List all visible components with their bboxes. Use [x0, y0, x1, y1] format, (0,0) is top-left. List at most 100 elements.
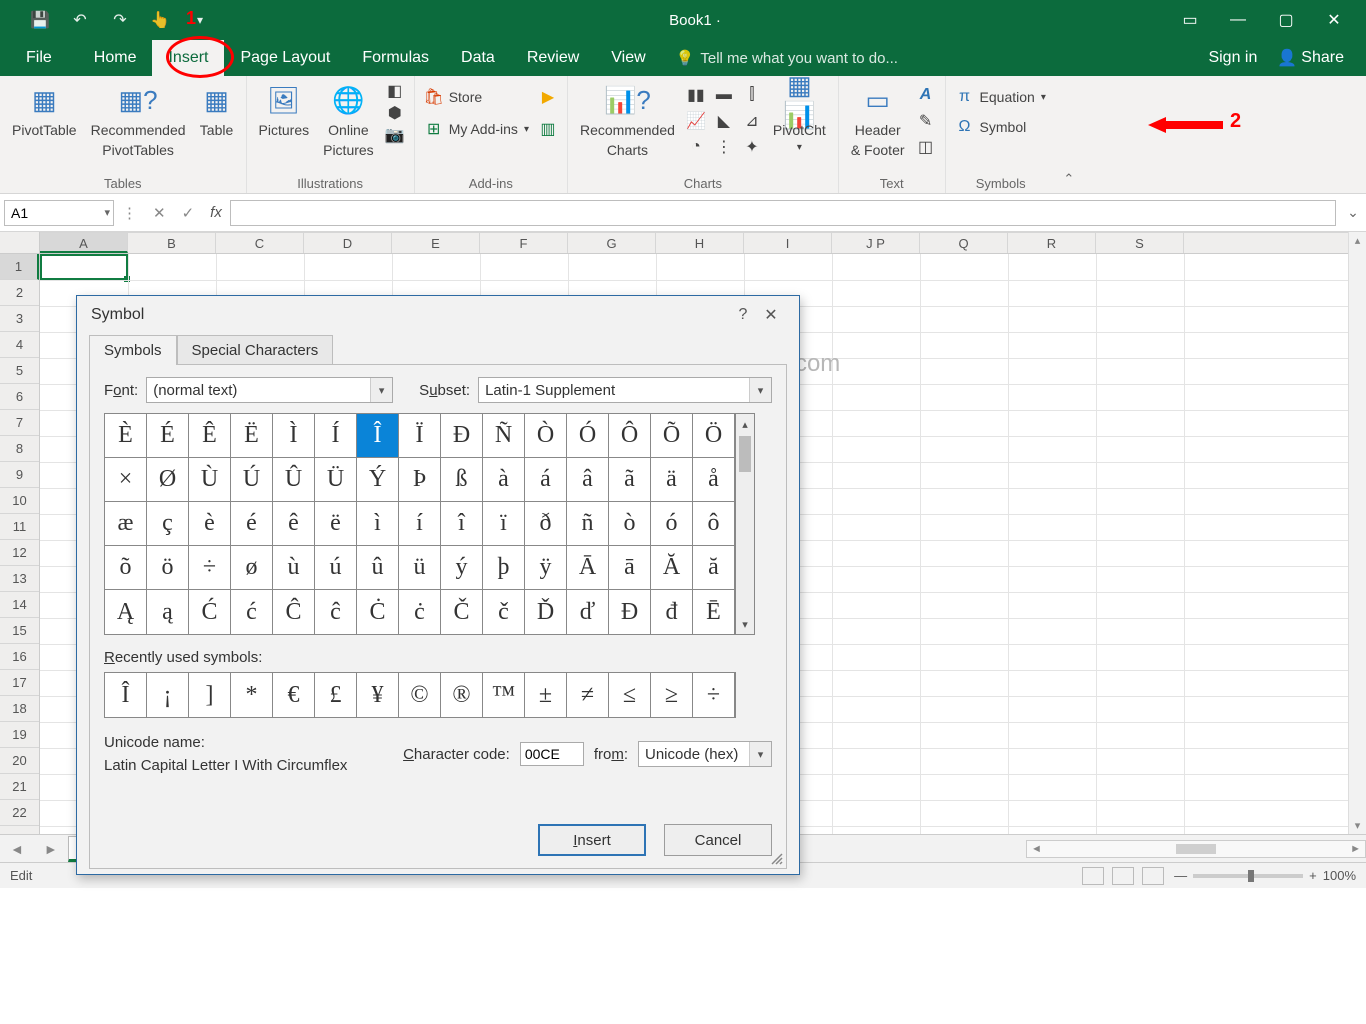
symbol-cell[interactable]: ç [147, 502, 189, 546]
row-header[interactable]: 8 [0, 436, 39, 462]
tab-data[interactable]: Data [445, 40, 511, 76]
stock-chart-button[interactable]: ⫿ [743, 86, 761, 104]
sheet-nav-next[interactable]: ► [34, 841, 68, 857]
tab-view[interactable]: View [595, 40, 661, 76]
row-header[interactable]: 20 [0, 748, 39, 774]
symbol-cell[interactable]: ÷ [189, 546, 231, 590]
symbol-cell[interactable]: ÿ [525, 546, 567, 590]
cancel-formula-icon[interactable]: ✕ [153, 204, 166, 222]
help-button[interactable]: ? [729, 306, 757, 324]
symbol-cell[interactable]: × [105, 458, 147, 502]
people-graph-button[interactable]: ▥ [539, 120, 557, 138]
symbol-cell[interactable]: Ø [147, 458, 189, 502]
tab-home[interactable]: Home [78, 40, 153, 76]
line-chart-button[interactable]: 📈 [687, 112, 705, 130]
column-header[interactable]: D [304, 233, 392, 253]
shapes-button[interactable]: ◧ [386, 82, 404, 100]
row-header[interactable]: 10 [0, 488, 39, 514]
symbol-cell[interactable]: ë [315, 502, 357, 546]
symbol-cell[interactable]: Ô [609, 414, 651, 458]
bing-maps-button[interactable]: ▶ [539, 88, 557, 106]
online-pictures-button[interactable]: 🌐OnlinePictures [321, 82, 376, 160]
symbol-cell[interactable]: Ć [189, 590, 231, 634]
object-button[interactable]: ◫ [917, 138, 935, 156]
select-all-button[interactable] [0, 232, 40, 254]
symbol-cell[interactable]: ą [147, 590, 189, 634]
symbol-cell[interactable]: è [189, 502, 231, 546]
vertical-scrollbar[interactable]: ▴▾ [1348, 232, 1366, 834]
dots-icon[interactable]: ⋮ [122, 204, 137, 222]
tab-review[interactable]: Review [511, 40, 595, 76]
fx-icon[interactable]: fx [210, 204, 222, 221]
symbol-cell[interactable]: û [357, 546, 399, 590]
symbol-cell[interactable]: ĉ [315, 590, 357, 634]
symbol-cell[interactable]: Þ [399, 458, 441, 502]
column-header[interactable]: G [568, 233, 656, 253]
column-header[interactable]: F [480, 233, 568, 253]
column-header[interactable]: B [128, 233, 216, 253]
ribbon-options-icon[interactable]: ▭ [1180, 10, 1200, 30]
symbol-cell[interactable]: È [105, 414, 147, 458]
recent-symbol-cell[interactable]: ] [189, 673, 231, 717]
formula-input[interactable] [230, 200, 1336, 226]
row-header[interactable]: 4 [0, 332, 39, 358]
recent-symbol-cell[interactable]: © [399, 673, 441, 717]
symbol-cell[interactable]: Ĉ [273, 590, 315, 634]
recent-symbol-cell[interactable]: £ [315, 673, 357, 717]
symbol-cell[interactable]: ð [525, 502, 567, 546]
symbol-cell[interactable]: ó [651, 502, 693, 546]
row-header[interactable]: 17 [0, 670, 39, 696]
symbol-cell[interactable]: ć [231, 590, 273, 634]
column-header[interactable]: H [656, 233, 744, 253]
symbol-cell[interactable]: Ú [231, 458, 273, 502]
my-addins-button[interactable]: ⊞My Add-ins▾ [425, 120, 529, 138]
resize-grip-icon[interactable] [770, 852, 784, 866]
symbol-cell[interactable]: ď [567, 590, 609, 634]
recent-symbol-cell[interactable]: ® [441, 673, 483, 717]
row-header[interactable]: 3 [0, 306, 39, 332]
column-header[interactable]: E [392, 233, 480, 253]
symbol-cell[interactable]: ċ [399, 590, 441, 634]
recommended-charts-button[interactable]: 📊?RecommendedCharts [578, 82, 677, 160]
chevron-down-icon[interactable]: ▾ [104, 206, 110, 219]
column-header[interactable]: A [40, 233, 128, 253]
symbol-cell[interactable]: à [483, 458, 525, 502]
recent-symbol-cell[interactable]: ≥ [651, 673, 693, 717]
pivotchart-button[interactable]: ▦📊PivotCht▾ [771, 82, 828, 156]
column-header[interactable]: C [216, 233, 304, 253]
symbol-cell[interactable]: ă [693, 546, 735, 590]
recent-symbol-cell[interactable]: * [231, 673, 273, 717]
radar-chart-button[interactable]: ✦ [743, 138, 761, 156]
symbol-cell[interactable]: Đ [441, 414, 483, 458]
wordart-button[interactable]: A [917, 86, 935, 104]
symbol-cell[interactable]: ô [693, 502, 735, 546]
zoom-out-icon[interactable]: — [1174, 868, 1187, 883]
symbol-cell[interactable]: Ą [105, 590, 147, 634]
symbol-cell[interactable]: Ü [315, 458, 357, 502]
symbol-cell[interactable]: í [399, 502, 441, 546]
undo-icon[interactable]: ↶ [70, 10, 90, 30]
smartart-button[interactable]: ⬢ [386, 104, 404, 122]
symbol-cell[interactable]: ý [441, 546, 483, 590]
tab-formulas[interactable]: Formulas [346, 40, 445, 76]
symbol-cell[interactable]: Ď [525, 590, 567, 634]
column-header[interactable]: Q [920, 233, 1008, 253]
header-footer-button[interactable]: ▭Header& Footer [849, 82, 907, 160]
scatter-chart-button[interactable]: ⋮ [715, 138, 733, 156]
symbol-cell[interactable]: ú [315, 546, 357, 590]
symbol-cell[interactable]: ü [399, 546, 441, 590]
symbol-cell[interactable]: Ö [693, 414, 735, 458]
row-header[interactable]: 11 [0, 514, 39, 540]
recent-symbol-cell[interactable]: Î [105, 673, 147, 717]
symbol-cell[interactable]: ñ [567, 502, 609, 546]
dialog-close-button[interactable]: ✕ [757, 305, 785, 325]
symbol-cell[interactable]: ì [357, 502, 399, 546]
symbol-cell[interactable]: Ì [273, 414, 315, 458]
symbol-cell[interactable]: ò [609, 502, 651, 546]
row-header[interactable]: 2 [0, 280, 39, 306]
symbol-cell[interactable]: ö [147, 546, 189, 590]
column-header[interactable]: J P [832, 233, 920, 253]
expand-formula-bar-icon[interactable]: ⌄ [1344, 204, 1362, 221]
touch-mode-icon[interactable]: 👆 [150, 10, 170, 30]
recent-symbol-cell[interactable]: ÷ [693, 673, 735, 717]
